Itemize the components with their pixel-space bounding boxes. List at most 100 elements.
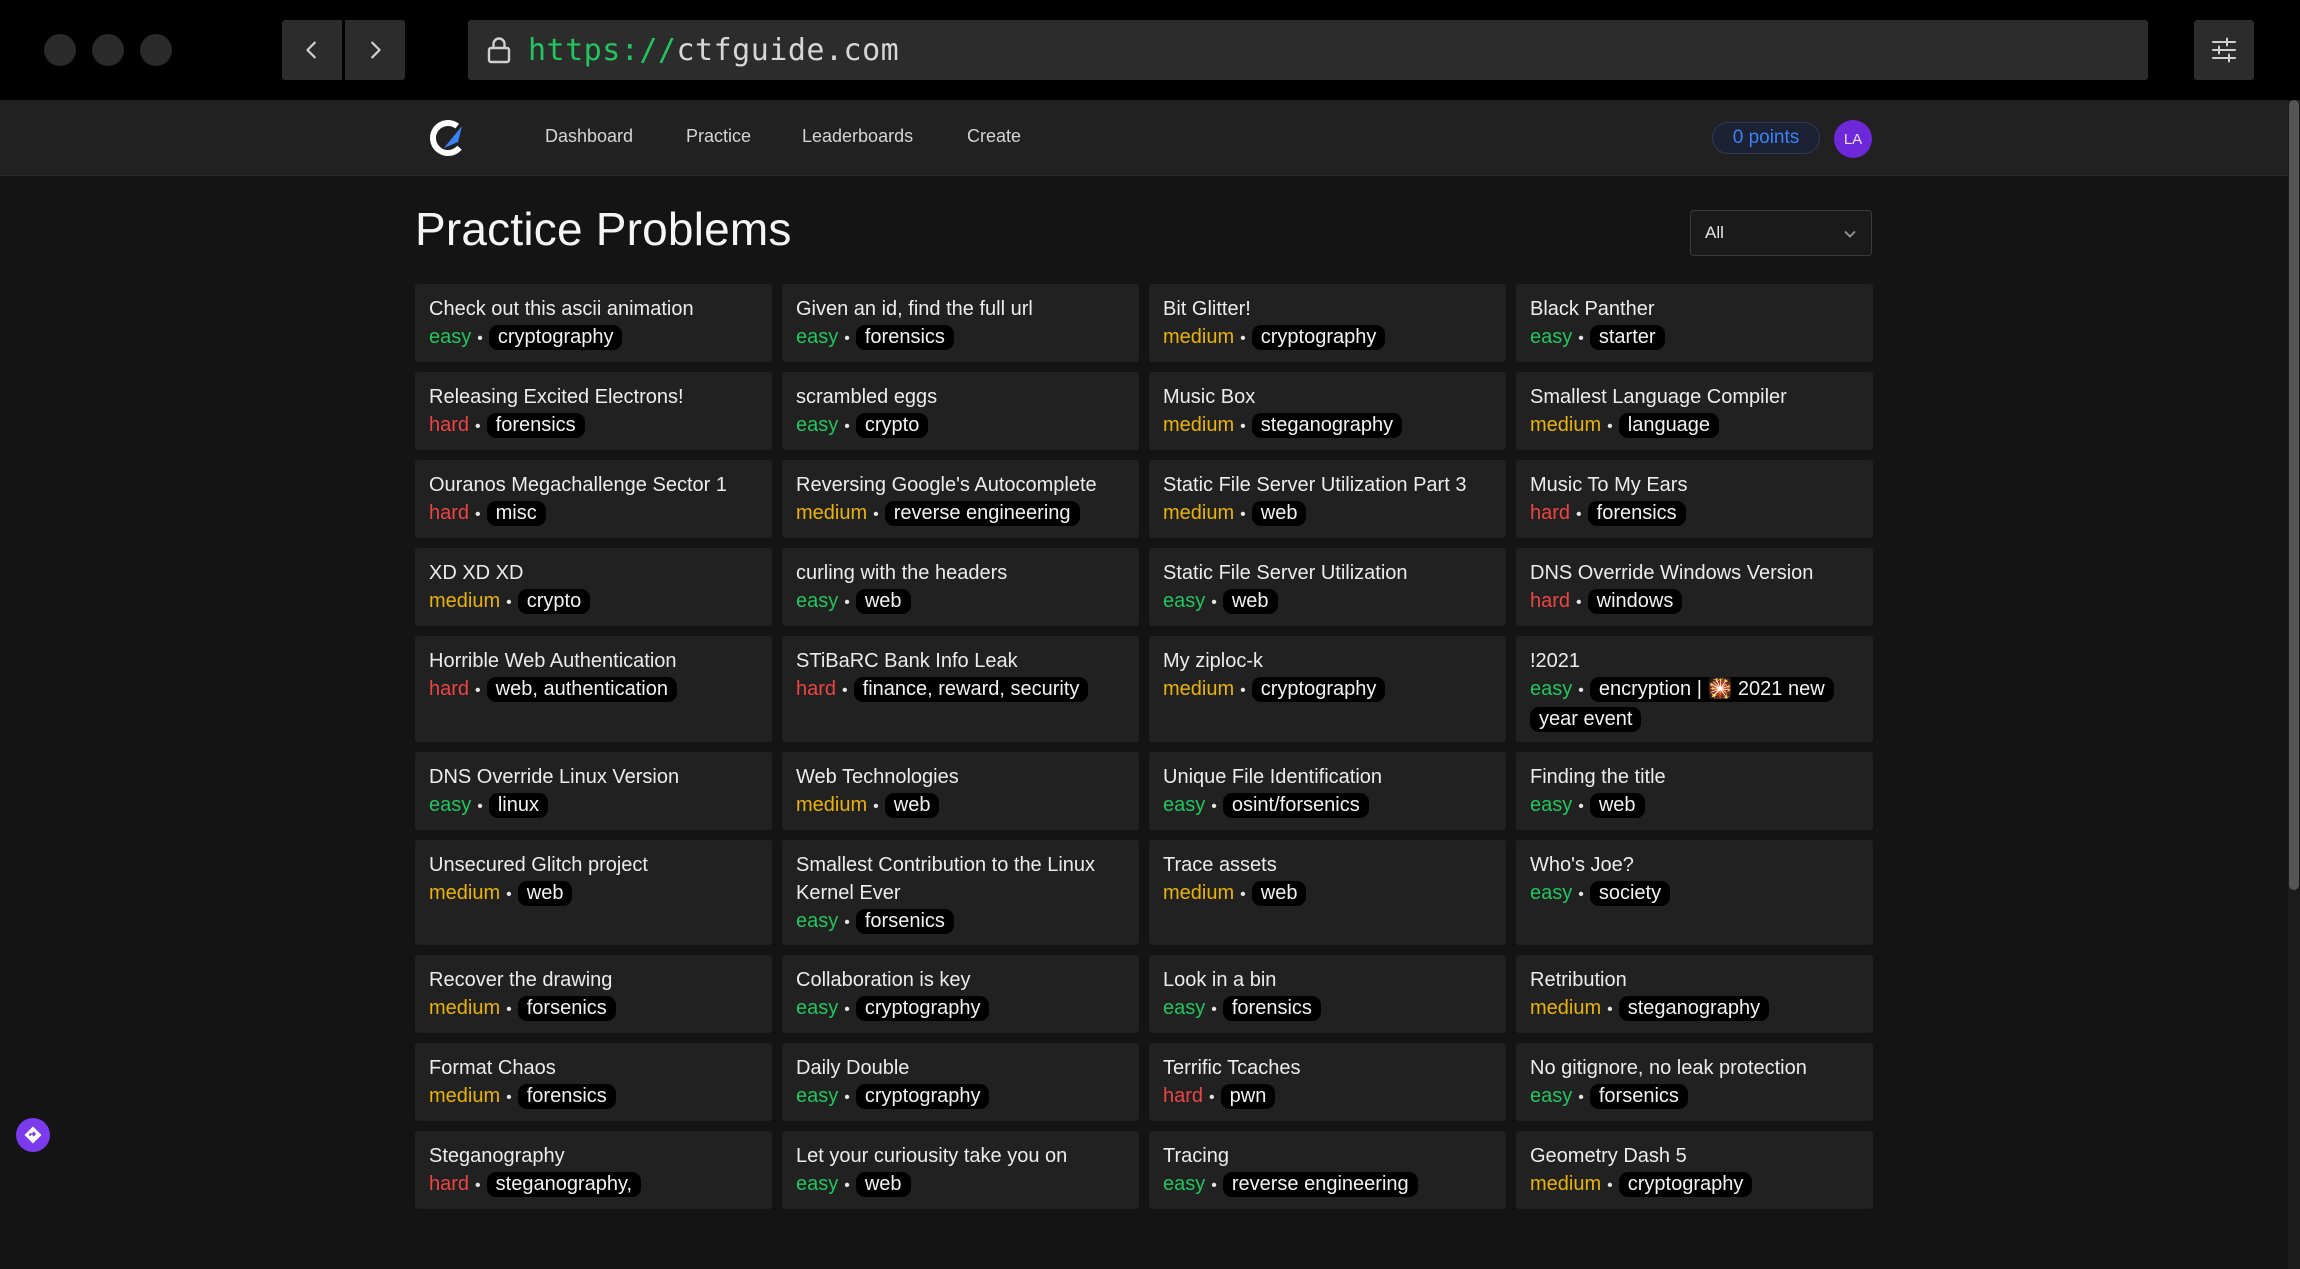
address-bar[interactable]: https://ctfguide.com	[468, 20, 2148, 80]
problem-title[interactable]: Reversing Google's Autocomplete	[796, 471, 1125, 499]
problem-card[interactable]: Unique File Identification easy • osint/for…	[1149, 752, 1506, 830]
problem-title[interactable]: Collaboration is key	[796, 966, 1125, 994]
problem-title[interactable]: Unique File Identification	[1163, 763, 1492, 791]
problem-title[interactable]: Web Technologies	[796, 763, 1125, 791]
problem-title[interactable]: No gitignore, no leak protection	[1530, 1054, 1859, 1082]
problem-title[interactable]: XD XD XD	[429, 559, 758, 587]
problem-card[interactable]: Releasing Excited Electrons! hard • forensi…	[415, 372, 772, 450]
problem-title[interactable]: !2021	[1530, 647, 1859, 675]
difficulty-filter-select[interactable]: All	[1690, 210, 1872, 256]
problem-card[interactable]: Reversing Google's Autocomplete medium • re…	[782, 460, 1139, 538]
points-badge[interactable]: 0 points	[1712, 122, 1820, 154]
problem-title[interactable]: Static File Server Utilization Part 3	[1163, 471, 1492, 499]
problem-meta: medium • web	[1163, 499, 1492, 529]
problem-title[interactable]: curling with the headers	[796, 559, 1125, 587]
problem-card[interactable]: Trace assets medium • web	[1149, 840, 1506, 945]
problem-title[interactable]: Smallest Contribution to the Linux Kerne…	[796, 851, 1125, 907]
problem-card[interactable]: STiBaRC Bank Info Leak hard • finance, rewa…	[782, 636, 1139, 742]
back-button[interactable]	[282, 20, 342, 80]
scrollbar-thumb[interactable]	[2289, 100, 2299, 890]
problem-card[interactable]: DNS Override Windows Version hard • windows	[1516, 548, 1873, 626]
problem-title[interactable]: Format Chaos	[429, 1054, 758, 1082]
floating-help-button[interactable]	[16, 1118, 50, 1152]
problem-card[interactable]: Let your curiousity take you on easy • web	[782, 1131, 1139, 1209]
problem-title[interactable]: Finding the title	[1530, 763, 1859, 791]
problem-card[interactable]: Terrific Tcaches hard • pwn	[1149, 1043, 1506, 1121]
nav-practice[interactable]: Practice	[686, 126, 751, 147]
browser-settings-button[interactable]	[2194, 20, 2254, 80]
problem-card[interactable]: Given an id, find the full url easy • foren…	[782, 284, 1139, 362]
problem-card[interactable]: Ouranos Megachallenge Sector 1 hard • misc	[415, 460, 772, 538]
problem-card[interactable]: No gitignore, no leak protection easy • for…	[1516, 1043, 1873, 1121]
problem-title[interactable]: Horrible Web Authentication	[429, 647, 758, 675]
problem-card[interactable]: Black Panther easy • starter	[1516, 284, 1873, 362]
problem-card[interactable]: Horrible Web Authentication hard • web, aut…	[415, 636, 772, 742]
window-close-dot[interactable]	[44, 34, 76, 66]
problem-card[interactable]: !2021 easy • encryption | 🎇 2021 new year e…	[1516, 636, 1873, 742]
nav-leaderboards[interactable]: Leaderboards	[802, 126, 913, 147]
problem-card[interactable]: Static File Server Utilization Part 3 med…	[1149, 460, 1506, 538]
problem-card[interactable]: Check out this ascii animation easy • crypt…	[415, 284, 772, 362]
problem-card[interactable]: Finding the title easy • web	[1516, 752, 1873, 830]
problem-card[interactable]: Geometry Dash 5 medium • cryptography	[1516, 1131, 1873, 1209]
problem-card[interactable]: Unsecured Glitch project medium • web	[415, 840, 772, 945]
problem-title[interactable]: Daily Double	[796, 1054, 1125, 1082]
problem-title[interactable]: Who's Joe?	[1530, 851, 1859, 879]
problem-title[interactable]: STiBaRC Bank Info Leak	[796, 647, 1125, 675]
problem-card[interactable]: Web Technologies medium • web	[782, 752, 1139, 830]
problem-title[interactable]: Music To My Ears	[1530, 471, 1859, 499]
problem-title[interactable]: Bit Glitter!	[1163, 295, 1492, 323]
problem-title[interactable]: Let your curiousity take you on	[796, 1142, 1125, 1170]
window-maximize-dot[interactable]	[140, 34, 172, 66]
avatar[interactable]: LA	[1834, 120, 1872, 158]
problem-title[interactable]: DNS Override Windows Version	[1530, 559, 1859, 587]
problem-card[interactable]: Retribution medium • steganography	[1516, 955, 1873, 1033]
problem-card[interactable]: Smallest Language Compiler medium • languag…	[1516, 372, 1873, 450]
problem-title[interactable]: Black Panther	[1530, 295, 1859, 323]
problem-title[interactable]: Unsecured Glitch project	[429, 851, 758, 879]
problem-card[interactable]: Format Chaos medium • forensics	[415, 1043, 772, 1121]
problem-card[interactable]: Collaboration is key easy • cryptography	[782, 955, 1139, 1033]
problem-title[interactable]: scrambled eggs	[796, 383, 1125, 411]
problem-card[interactable]: Steganography hard • steganography,	[415, 1131, 772, 1209]
problem-title[interactable]: Given an id, find the full url	[796, 295, 1125, 323]
problem-title[interactable]: Static File Server Utilization	[1163, 559, 1492, 587]
problem-title[interactable]: Ouranos Megachallenge Sector 1	[429, 471, 758, 499]
problem-title[interactable]: My ziploc-k	[1163, 647, 1492, 675]
separator-dot: •	[1211, 1177, 1217, 1194]
problem-title[interactable]: Music Box	[1163, 383, 1492, 411]
problem-title[interactable]: Releasing Excited Electrons!	[429, 383, 758, 411]
problem-title[interactable]: Retribution	[1530, 966, 1859, 994]
problem-title[interactable]: Tracing	[1163, 1142, 1492, 1170]
problem-title[interactable]: Look in a bin	[1163, 966, 1492, 994]
problem-card[interactable]: Recover the drawing medium • forsenics	[415, 955, 772, 1033]
problem-card[interactable]: DNS Override Linux Version easy • linux	[415, 752, 772, 830]
problem-title[interactable]: Trace assets	[1163, 851, 1492, 879]
nav-create[interactable]: Create	[967, 126, 1021, 147]
problem-title[interactable]: Smallest Language Compiler	[1530, 383, 1859, 411]
problem-card[interactable]: Tracing easy • reverse engineering	[1149, 1131, 1506, 1209]
problem-title[interactable]: Geometry Dash 5	[1530, 1142, 1859, 1170]
nav-dashboard[interactable]: Dashboard	[545, 126, 633, 147]
ctfguide-logo[interactable]	[428, 118, 468, 158]
problem-title[interactable]: DNS Override Linux Version	[429, 763, 758, 791]
problem-card[interactable]: Static File Server Utilization easy • web	[1149, 548, 1506, 626]
problem-card[interactable]: Daily Double easy • cryptography	[782, 1043, 1139, 1121]
problem-card[interactable]: curling with the headers easy • web	[782, 548, 1139, 626]
problem-card[interactable]: Smallest Contribution to the Linux Kerne…	[782, 840, 1139, 945]
problem-card[interactable]: Bit Glitter! medium • cryptography	[1149, 284, 1506, 362]
problem-card[interactable]: scrambled eggs easy • crypto	[782, 372, 1139, 450]
problem-title[interactable]: Steganography	[429, 1142, 758, 1170]
problem-title[interactable]: Terrific Tcaches	[1163, 1054, 1492, 1082]
problem-card[interactable]: Who's Joe? easy • society	[1516, 840, 1873, 945]
problem-title[interactable]: Recover the drawing	[429, 966, 758, 994]
forward-button[interactable]	[345, 20, 405, 80]
problem-card[interactable]: Look in a bin easy • forensics	[1149, 955, 1506, 1033]
problem-card[interactable]: XD XD XD medium • crypto	[415, 548, 772, 626]
window-minimize-dot[interactable]	[92, 34, 124, 66]
problem-title[interactable]: Check out this ascii animation	[429, 295, 758, 323]
problem-card[interactable]: Music To My Ears hard • forensics	[1516, 460, 1873, 538]
problem-card[interactable]: My ziploc-k medium • cryptography	[1149, 636, 1506, 742]
problem-card[interactable]: Music Box medium • steganography	[1149, 372, 1506, 450]
scrollbar[interactable]	[2288, 100, 2300, 1269]
